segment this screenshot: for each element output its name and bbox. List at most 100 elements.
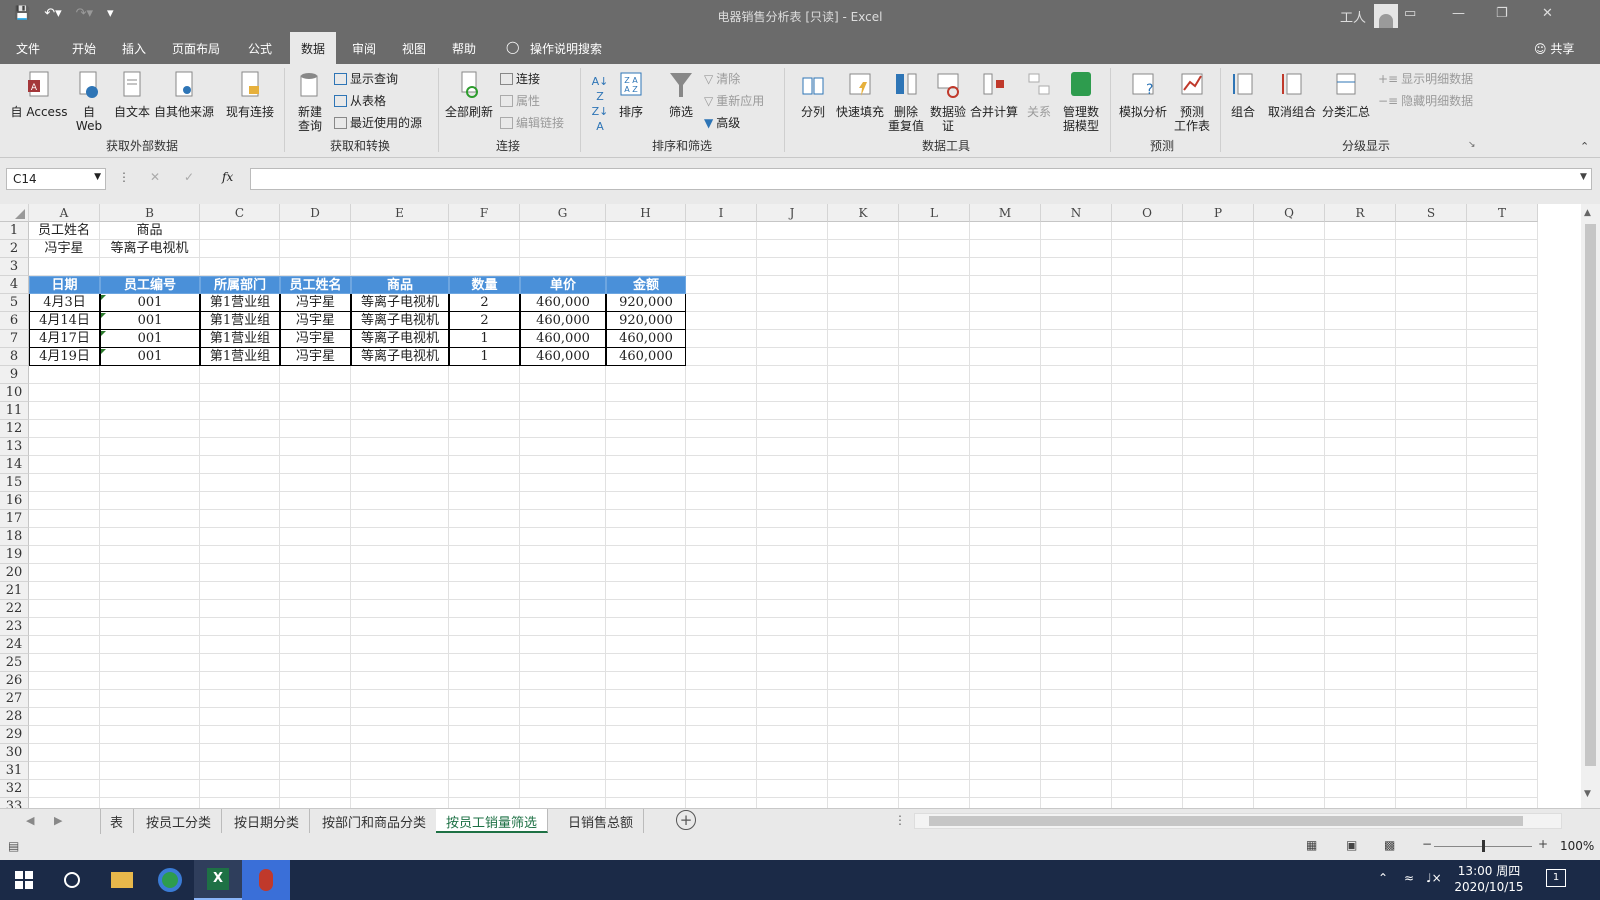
what-if-analysis-button[interactable]: ? 模拟分析	[1114, 70, 1172, 119]
grid-cell[interactable]	[828, 420, 899, 438]
grid-cell[interactable]	[1112, 420, 1183, 438]
grid-cell[interactable]	[757, 258, 828, 276]
row-header[interactable]: 31	[0, 762, 29, 780]
table-header[interactable]: 日期	[29, 276, 100, 294]
table-cell[interactable]: 第1营业组	[200, 312, 280, 330]
grid-cell[interactable]	[1041, 330, 1112, 348]
grid-cell[interactable]	[29, 672, 100, 690]
table-header[interactable]: 员工编号	[100, 276, 200, 294]
table-cell[interactable]: 2	[449, 312, 520, 330]
grid-cell[interactable]	[757, 366, 828, 384]
grid-cell[interactable]	[1467, 402, 1538, 420]
table-cell[interactable]: 920,000	[606, 294, 686, 312]
grid-cell[interactable]	[606, 420, 686, 438]
grid-cell[interactable]	[757, 420, 828, 438]
sort-za-button[interactable]: Z↓ A	[590, 104, 610, 134]
tab-help[interactable]: 帮助	[452, 40, 476, 57]
row-header[interactable]: 30	[0, 744, 29, 762]
manage-data-model-button[interactable]: 管理数 据模型	[1060, 70, 1102, 133]
grid-cell[interactable]	[351, 222, 449, 240]
grid-cell[interactable]	[1183, 546, 1254, 564]
grid-cell[interactable]	[1254, 402, 1325, 420]
row-header[interactable]: 15	[0, 474, 29, 492]
grid-cell[interactable]	[1041, 348, 1112, 366]
grid-cell[interactable]	[1041, 384, 1112, 402]
dialog-launcher-icon[interactable]: ↘	[1468, 140, 1476, 150]
grid-cell[interactable]	[1325, 798, 1396, 808]
grid-cell[interactable]	[29, 258, 100, 276]
grid-cell[interactable]	[1112, 636, 1183, 654]
grid-cell[interactable]	[899, 690, 970, 708]
show-hidden-icons-icon[interactable]: ⌃	[1378, 871, 1388, 885]
grid-cell[interactable]	[100, 258, 200, 276]
grid-cell[interactable]	[351, 690, 449, 708]
grid-cell[interactable]	[757, 348, 828, 366]
grid-cell[interactable]	[686, 564, 757, 582]
grid-cell[interactable]	[1325, 726, 1396, 744]
horizontal-scrollbar[interactable]	[914, 813, 1562, 829]
grid-cell[interactable]	[29, 726, 100, 744]
grid-cell[interactable]	[100, 798, 200, 808]
grid-cell[interactable]	[1041, 690, 1112, 708]
formula-input[interactable]	[250, 168, 1592, 190]
grid-cell[interactable]	[1254, 690, 1325, 708]
grid-cell[interactable]	[351, 762, 449, 780]
grid-cell[interactable]	[1112, 564, 1183, 582]
user-name[interactable]: 工人	[1340, 7, 1366, 26]
grid-cell[interactable]	[757, 726, 828, 744]
from-access-button[interactable]: A 自 Access	[10, 70, 68, 119]
criteria-header[interactable]: 员工姓名	[29, 222, 100, 240]
grid-cell[interactable]	[1041, 726, 1112, 744]
grid-cell[interactable]	[1325, 258, 1396, 276]
table-cell[interactable]: 4月19日	[29, 348, 100, 366]
grid-cell[interactable]	[1325, 438, 1396, 456]
grid-cell[interactable]	[1467, 546, 1538, 564]
grid-cell[interactable]	[1041, 438, 1112, 456]
grid-cell[interactable]	[1183, 618, 1254, 636]
grid-cell[interactable]	[1254, 672, 1325, 690]
row-header[interactable]: 20	[0, 564, 29, 582]
grid-cell[interactable]	[1041, 240, 1112, 258]
grid-cell[interactable]	[970, 510, 1041, 528]
grid-cell[interactable]	[1325, 420, 1396, 438]
grid-cell[interactable]	[757, 654, 828, 672]
grid-cell[interactable]	[100, 582, 200, 600]
grid-cell[interactable]	[606, 366, 686, 384]
input-method-icon[interactable]	[242, 860, 290, 900]
grid-cell[interactable]	[280, 762, 351, 780]
grid-cell[interactable]	[351, 474, 449, 492]
grid-cell[interactable]	[970, 222, 1041, 240]
grid-cell[interactable]	[351, 780, 449, 798]
grid-cell[interactable]	[351, 438, 449, 456]
grid-cell[interactable]	[520, 654, 606, 672]
grid-cell[interactable]	[1396, 510, 1467, 528]
sheet-tab-by-employee[interactable]: 按员工分类	[136, 809, 223, 833]
grid-cell[interactable]	[899, 726, 970, 744]
grid-cell[interactable]	[1254, 294, 1325, 312]
grid-cell[interactable]	[1467, 258, 1538, 276]
grid-cell[interactable]	[1041, 294, 1112, 312]
grid-cell[interactable]	[899, 762, 970, 780]
grid-cell[interactable]	[899, 222, 970, 240]
grid-cell[interactable]	[1112, 654, 1183, 672]
grid-cell[interactable]	[686, 600, 757, 618]
grid-cell[interactable]	[1183, 240, 1254, 258]
grid-cell[interactable]	[351, 420, 449, 438]
enter-icon[interactable]: ✓	[184, 170, 194, 184]
grid-cell[interactable]	[1467, 744, 1538, 762]
grid-cell[interactable]	[1254, 474, 1325, 492]
row-header[interactable]: 4	[0, 276, 29, 294]
grid-cell[interactable]	[100, 564, 200, 582]
scroll-thumb[interactable]	[1585, 224, 1596, 766]
grid-cell[interactable]	[757, 312, 828, 330]
sort-az-button[interactable]: A↓ Z	[590, 74, 610, 104]
table-header[interactable]: 员工姓名	[280, 276, 351, 294]
grid-cell[interactable]	[100, 528, 200, 546]
grid-cell[interactable]	[686, 762, 757, 780]
column-header[interactable]: Q	[1254, 204, 1325, 222]
grid-cell[interactable]	[1467, 654, 1538, 672]
grid-cell[interactable]	[280, 438, 351, 456]
grid-cell[interactable]	[520, 438, 606, 456]
grid-cell[interactable]	[899, 258, 970, 276]
grid-cell[interactable]	[757, 294, 828, 312]
